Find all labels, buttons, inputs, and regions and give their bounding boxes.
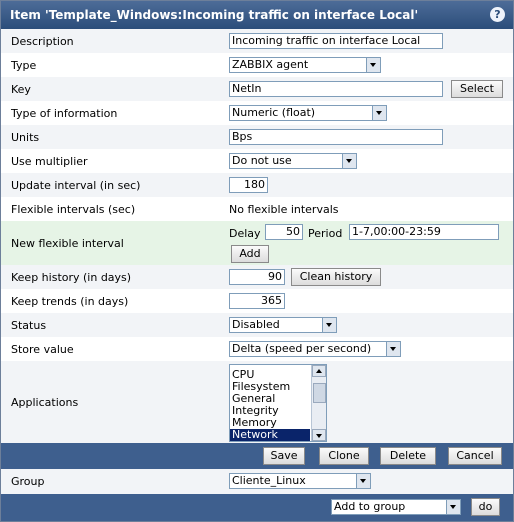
new-flexible-interval-label: New flexible interval — [11, 237, 124, 250]
action-bar: Save Clone Delete Cancel — [1, 443, 513, 469]
chevron-down-icon — [372, 106, 386, 120]
units-label: Units — [11, 131, 40, 144]
row-store-value: Store value Delta (speed per second) — [1, 337, 513, 362]
footer-bar: Add to group do — [1, 494, 513, 521]
status-select[interactable]: Disabled — [229, 317, 337, 333]
chevron-down-icon — [366, 58, 380, 72]
use-multiplier-select[interactable]: Do not use — [229, 153, 357, 169]
chevron-down-icon — [356, 474, 370, 488]
type-select[interactable]: ZABBIX agent — [229, 57, 381, 73]
row-description: Description Incoming traffic on interfac… — [1, 29, 513, 54]
flexible-intervals-label: Flexible intervals (sec) — [11, 203, 136, 216]
description-label: Description — [11, 35, 74, 48]
use-multiplier-label: Use multiplier — [11, 155, 88, 168]
applications-listbox[interactable]: CPU Filesystem General Integrity Memory Netwo… — [229, 364, 327, 442]
keep-trends-input[interactable]: 365 — [229, 293, 285, 309]
row-applications: Applications CPU Filesystem General Integri… — [1, 361, 513, 443]
units-input[interactable]: Bps — [229, 129, 443, 145]
chevron-down-icon — [446, 500, 460, 514]
scroll-down-icon[interactable] — [312, 429, 326, 441]
period-label: Period — [308, 227, 343, 240]
row-group: Group Cliente_Linux — [1, 469, 513, 494]
application-option[interactable]: Network — [230, 429, 310, 441]
scroll-thumb[interactable] — [313, 383, 326, 403]
row-flexible-intervals: Flexible intervals (sec) No flexible int… — [1, 197, 513, 222]
row-use-multiplier: Use multiplier Do not use — [1, 149, 513, 174]
delete-button[interactable]: Delete — [380, 447, 436, 465]
type-of-information-select[interactable]: Numeric (float) — [229, 105, 387, 121]
row-units: Units Bps — [1, 125, 513, 150]
delay-input[interactable]: 50 — [265, 224, 303, 240]
applications-scrollbar[interactable] — [311, 365, 326, 441]
use-multiplier-value: Do not use — [232, 154, 292, 167]
row-update-interval: Update interval (in sec) 180 — [1, 173, 513, 198]
delay-label: Delay — [229, 227, 261, 240]
row-new-flexible-interval: New flexible interval Delay 50 Period 1-… — [1, 221, 513, 266]
add-flexible-interval-button[interactable]: Add — [231, 245, 269, 263]
page-title: Item 'Template_Windows:Incoming traffic … — [10, 8, 419, 22]
help-icon[interactable]: ? — [490, 7, 505, 22]
clone-button[interactable]: Clone — [319, 447, 369, 465]
type-of-information-value: Numeric (float) — [232, 106, 316, 119]
save-button[interactable]: Save — [263, 447, 305, 465]
scroll-up-icon[interactable] — [312, 365, 326, 377]
group-value: Cliente_Linux — [232, 474, 306, 487]
row-status: Status Disabled — [1, 313, 513, 338]
row-keep-history: Keep history (in days) 90 Clean history — [1, 265, 513, 290]
chevron-down-icon — [386, 342, 400, 356]
keep-history-label: Keep history (in days) — [11, 271, 132, 284]
applications-label: Applications — [11, 396, 79, 409]
type-of-information-label: Type of information — [11, 107, 118, 120]
store-value-label: Store value — [11, 343, 74, 356]
store-value-select[interactable]: Delta (speed per second) — [229, 341, 401, 357]
row-key: Key NetIn Select — [1, 77, 513, 102]
description-input[interactable]: Incoming traffic on interface Local — [229, 33, 443, 49]
title-bar: Item 'Template_Windows:Incoming traffic … — [1, 1, 513, 29]
chevron-down-icon — [322, 318, 336, 332]
group-label: Group — [11, 475, 45, 488]
clean-history-button[interactable]: Clean history — [291, 268, 381, 286]
key-select-button[interactable]: Select — [451, 80, 503, 98]
key-input[interactable]: NetIn — [229, 81, 443, 97]
group-action-value: Add to group — [334, 500, 406, 513]
cancel-button[interactable]: Cancel — [448, 447, 502, 465]
row-keep-trends: Keep trends (in days) 365 — [1, 289, 513, 314]
do-button[interactable]: do — [471, 498, 500, 516]
keep-history-input[interactable]: 90 — [229, 269, 285, 285]
group-select[interactable]: Cliente_Linux — [229, 473, 371, 489]
key-label: Key — [11, 83, 31, 96]
update-interval-input[interactable]: 180 — [229, 177, 268, 193]
type-label: Type — [11, 59, 37, 72]
row-type-of-information: Type of information Numeric (float) — [1, 101, 513, 126]
update-interval-label: Update interval (in sec) — [11, 179, 141, 192]
flexible-intervals-value: No flexible intervals — [229, 203, 339, 216]
chevron-down-icon — [342, 154, 356, 168]
status-label: Status — [11, 319, 47, 332]
status-value: Disabled — [232, 318, 280, 331]
period-input[interactable]: 1-7,00:00-23:59 — [349, 224, 499, 240]
item-form: Item 'Template_Windows:Incoming traffic … — [0, 0, 514, 522]
applications-list: CPU Filesystem General Integrity Memory Netwo… — [230, 369, 310, 441]
row-type: Type ZABBIX agent — [1, 53, 513, 78]
keep-trends-label: Keep trends (in days) — [11, 295, 129, 308]
store-value-value: Delta (speed per second) — [232, 342, 372, 355]
group-action-select[interactable]: Add to group — [331, 499, 461, 515]
type-select-value: ZABBIX agent — [232, 58, 309, 71]
